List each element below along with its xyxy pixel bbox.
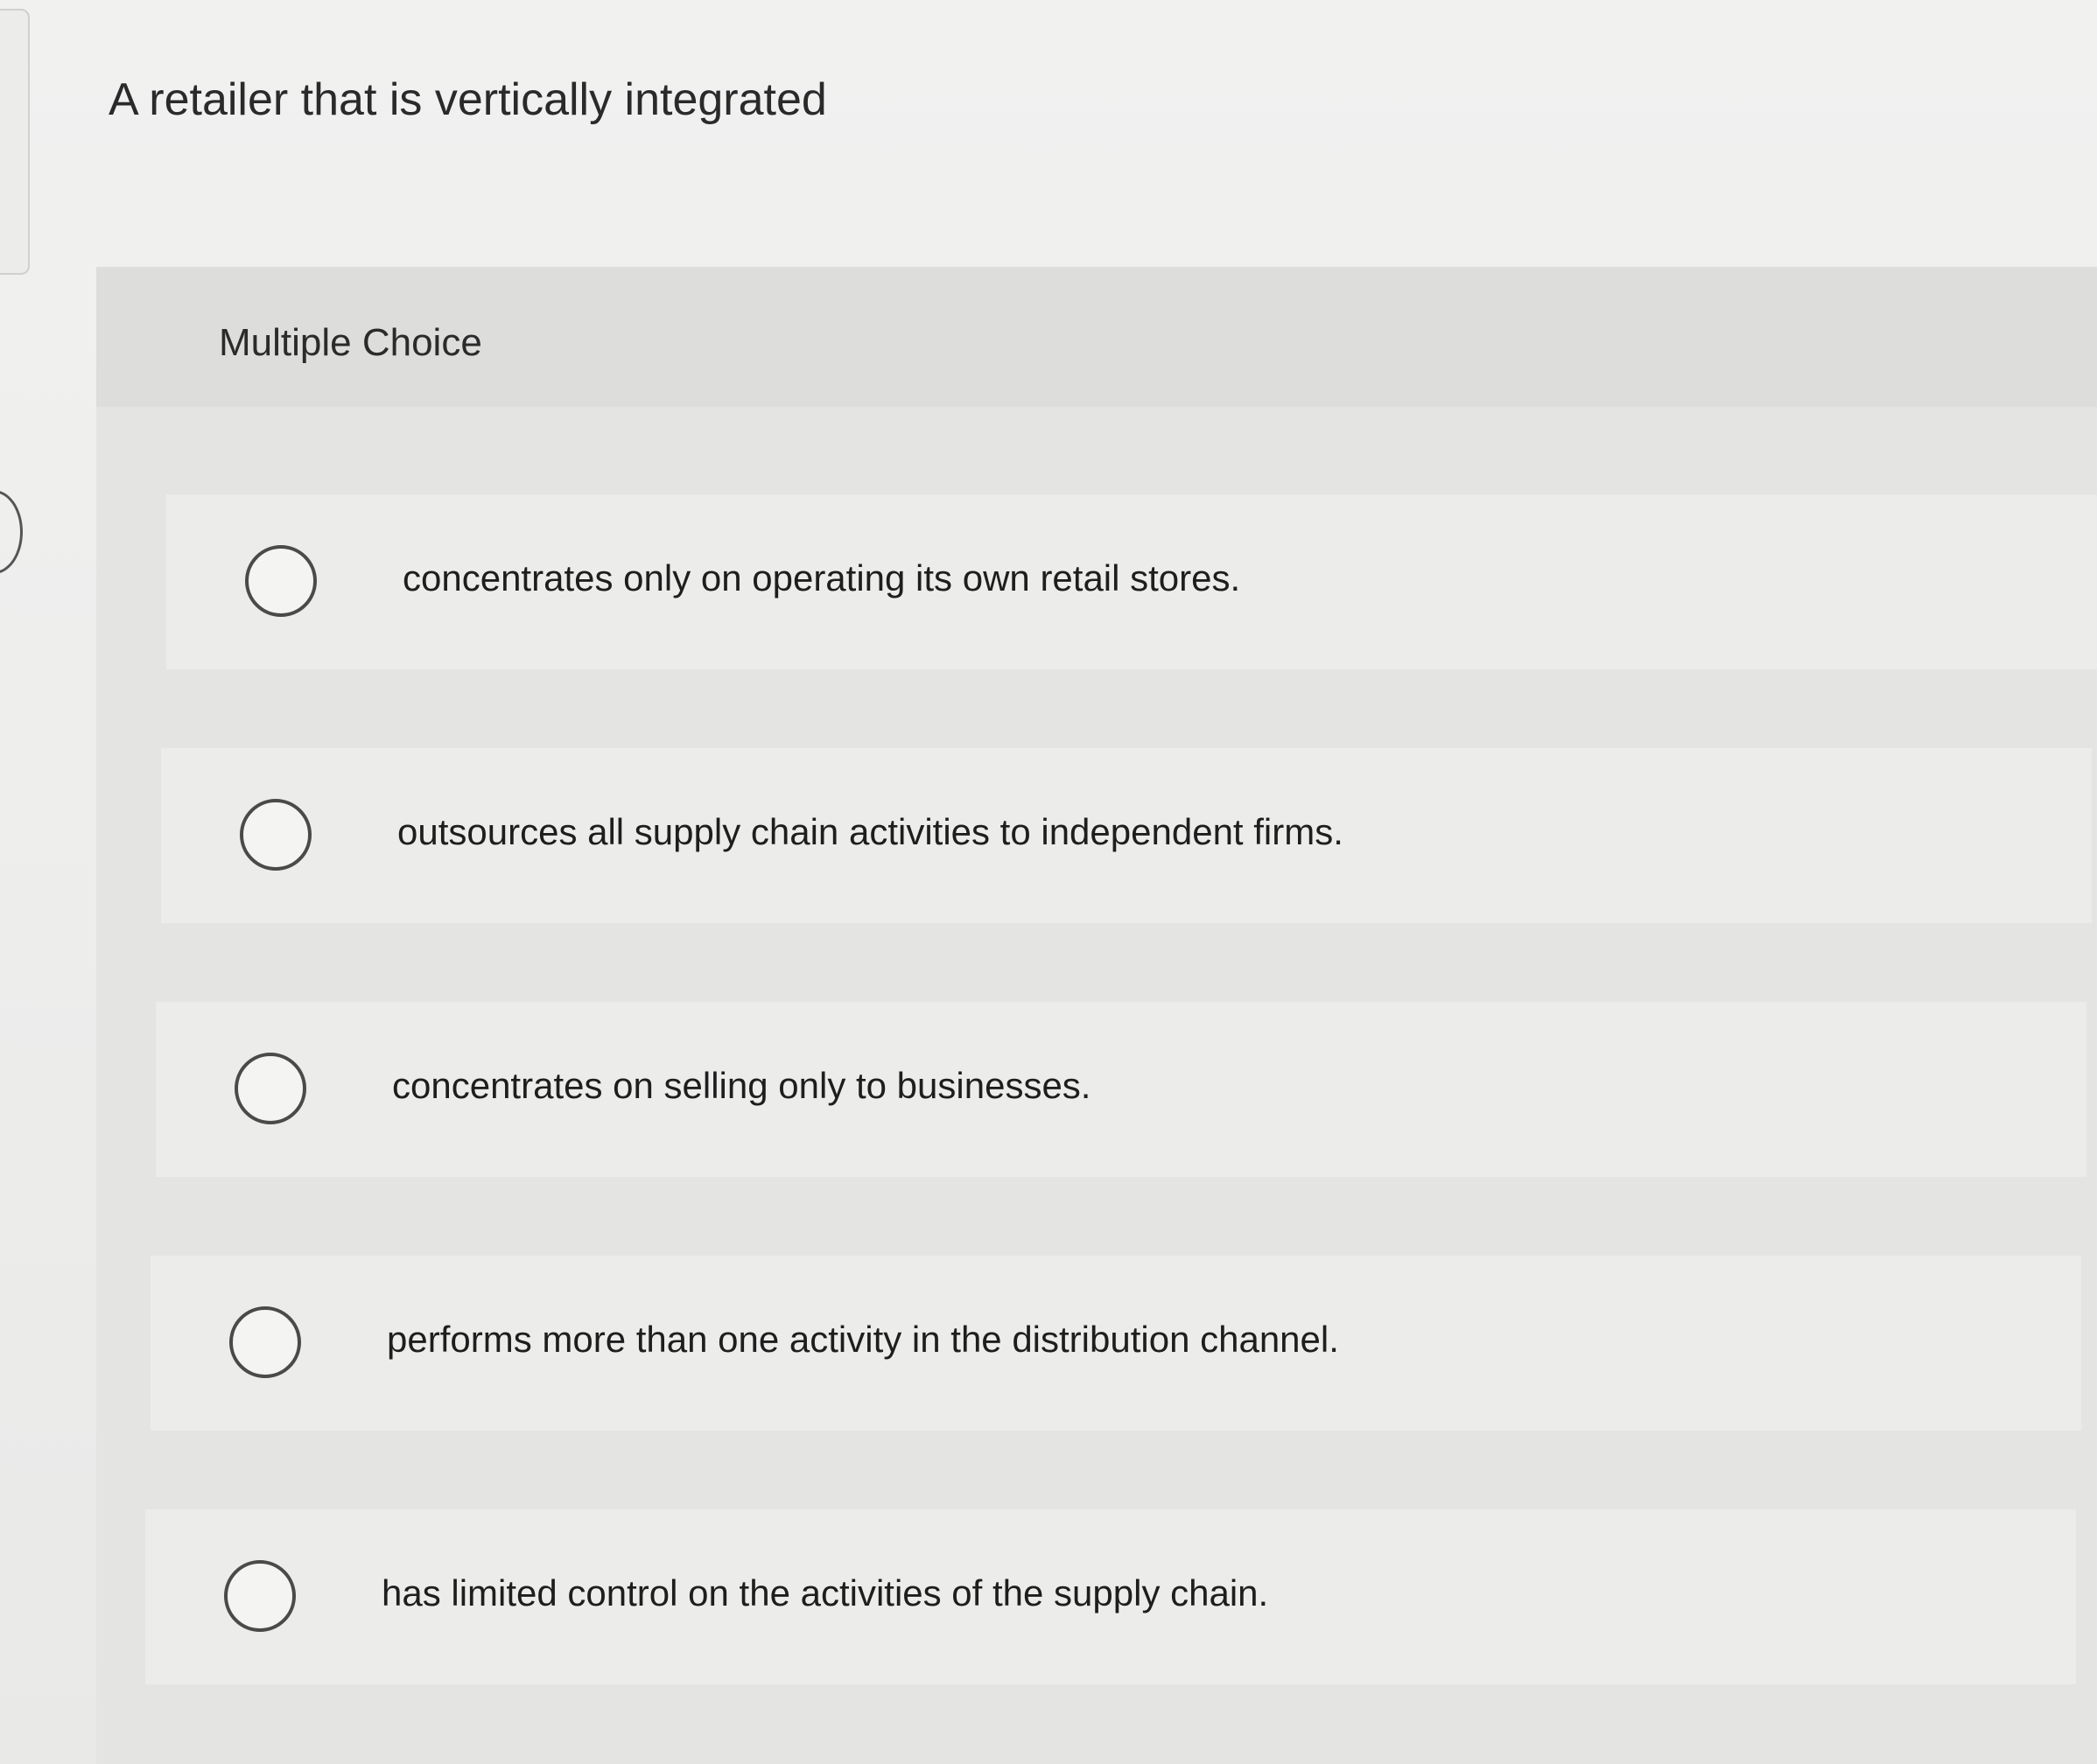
choice-label-2: outsources all supply chain activities t… bbox=[397, 811, 1343, 852]
choice-label-4: performs more than one activity in the d… bbox=[387, 1319, 1339, 1360]
choice-option-3[interactable]: concentrates on selling only to business… bbox=[156, 1002, 2086, 1177]
radio-button-4[interactable] bbox=[229, 1306, 301, 1378]
panel-header: Multiple Choice bbox=[96, 267, 2097, 407]
question-type-label: Multiple Choice bbox=[219, 321, 482, 364]
choice-label-3: concentrates on selling only to business… bbox=[392, 1065, 1091, 1106]
radio-button-3[interactable] bbox=[235, 1053, 306, 1124]
choice-label-5: has limited control on the activities of… bbox=[382, 1572, 1269, 1614]
choice-label-1: concentrates only on operating its own r… bbox=[403, 557, 1241, 598]
radio-button-2[interactable] bbox=[240, 799, 312, 871]
left-edge-panel-tab bbox=[0, 9, 30, 275]
question-prompt: A retailer that is vertically integrated bbox=[109, 74, 827, 125]
radio-button-5[interactable] bbox=[224, 1560, 296, 1632]
choice-option-1[interactable]: concentrates only on operating its own r… bbox=[166, 494, 2097, 669]
choice-option-2[interactable]: outsources all supply chain activities t… bbox=[161, 748, 2092, 923]
question-panel: Multiple Choice concentrates only on ope… bbox=[96, 267, 2097, 1764]
choice-option-5[interactable]: has limited control on the activities of… bbox=[145, 1509, 2076, 1684]
left-edge-scroll-indicator bbox=[0, 490, 23, 574]
radio-button-1[interactable] bbox=[245, 545, 317, 617]
choice-option-4[interactable]: performs more than one activity in the d… bbox=[151, 1256, 2081, 1431]
